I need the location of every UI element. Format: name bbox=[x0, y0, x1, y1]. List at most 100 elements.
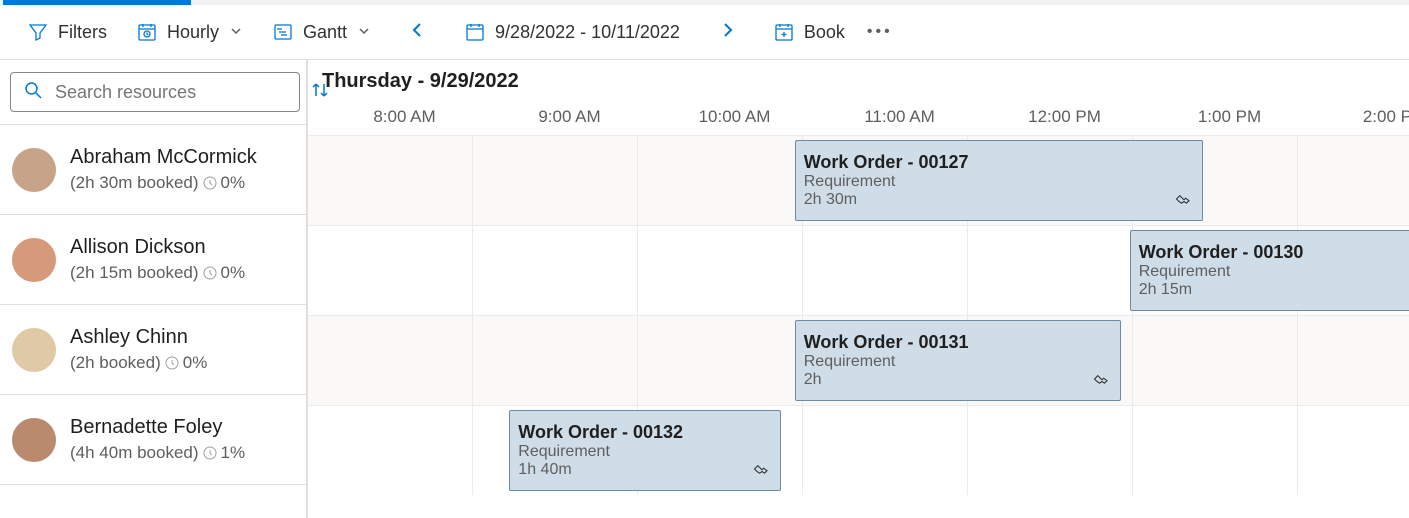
resource-text: Ashley Chinn (2h booked) 0% bbox=[70, 326, 207, 373]
time-slot-label: 8:00 AM bbox=[322, 107, 487, 127]
resource-subline: (4h 40m booked) 1% bbox=[70, 443, 245, 463]
resource-name: Ashley Chinn bbox=[70, 326, 207, 349]
resource-subline: (2h 30m booked) 0% bbox=[70, 173, 257, 193]
booking-title: Work Order - 00131 bbox=[804, 332, 1112, 353]
book-label: Book bbox=[804, 22, 845, 43]
layout-mode-dropdown[interactable]: Gantt bbox=[273, 22, 371, 43]
date-prev-button[interactable] bbox=[401, 17, 435, 48]
hour-cell bbox=[803, 226, 968, 315]
resource-panel: Abraham McCormick (2h 30m booked) 0% All… bbox=[0, 60, 308, 518]
resource-text: Abraham McCormick (2h 30m booked) 0% bbox=[70, 146, 257, 193]
booking-subtitle: Requirement bbox=[804, 173, 1195, 191]
hour-cell bbox=[308, 406, 473, 495]
avatar bbox=[12, 328, 56, 372]
resource-row[interactable]: Ashley Chinn (2h booked) 0% bbox=[0, 305, 306, 395]
hour-cell bbox=[1298, 406, 1409, 495]
search-icon bbox=[23, 80, 43, 105]
hour-cell bbox=[1298, 136, 1409, 225]
chevron-down-icon bbox=[357, 22, 371, 43]
booking-title: Work Order - 00132 bbox=[518, 422, 772, 443]
hour-cell bbox=[1133, 316, 1298, 405]
hour-cell bbox=[308, 226, 473, 315]
time-slot-label: 2:00 PM bbox=[1312, 107, 1409, 127]
calendar-icon bbox=[465, 22, 485, 42]
search-box[interactable] bbox=[10, 72, 300, 112]
booking-subtitle: Requirement bbox=[518, 443, 772, 461]
avatar bbox=[12, 148, 56, 192]
booking-block[interactable]: Work Order - 00127 Requirement 2h 30m bbox=[795, 140, 1204, 221]
avatar bbox=[12, 238, 56, 282]
resource-row[interactable]: Allison Dickson (2h 15m booked) 0% bbox=[0, 215, 306, 305]
book-button[interactable]: Book bbox=[774, 22, 845, 43]
time-slot-label: 11:00 AM bbox=[817, 107, 982, 127]
handshake-icon bbox=[1174, 189, 1194, 214]
resource-booked-text: (2h booked) bbox=[70, 353, 161, 373]
clock-icon bbox=[203, 266, 217, 280]
calendar-plus-icon bbox=[774, 22, 794, 42]
grid-row[interactable]: Work Order - 00131 Requirement 2h bbox=[308, 315, 1409, 405]
booking-duration: 1h 40m bbox=[518, 461, 772, 479]
view-mode-label: Hourly bbox=[167, 22, 219, 43]
handshake-icon bbox=[752, 459, 772, 484]
calendar-hourly-icon bbox=[137, 22, 157, 42]
resource-booked-text: (2h 15m booked) bbox=[70, 263, 199, 283]
gantt-icon bbox=[273, 22, 293, 42]
search-input[interactable] bbox=[55, 82, 287, 103]
time-slot-label: 1:00 PM bbox=[1147, 107, 1312, 127]
resource-row[interactable]: Abraham McCormick (2h 30m booked) 0% bbox=[0, 125, 306, 215]
layout-mode-label: Gantt bbox=[303, 22, 347, 43]
resource-name: Allison Dickson bbox=[70, 236, 245, 259]
resource-list: Abraham McCormick (2h 30m booked) 0% All… bbox=[0, 125, 306, 485]
booking-subtitle: Requirement bbox=[804, 353, 1112, 371]
date-range-picker[interactable]: 9/28/2022 - 10/11/2022 bbox=[465, 22, 680, 43]
view-mode-dropdown[interactable]: Hourly bbox=[137, 22, 243, 43]
filter-icon bbox=[28, 22, 48, 42]
grid-row[interactable]: Work Order - 00127 Requirement 2h 30m bbox=[308, 135, 1409, 225]
chevron-down-icon bbox=[229, 22, 243, 43]
booking-duration: 2h bbox=[804, 371, 1112, 389]
booking-block[interactable]: Work Order - 00130 Requirement 2h 15m bbox=[1130, 230, 1409, 311]
avatar bbox=[12, 418, 56, 462]
resource-subline: (2h 15m booked) 0% bbox=[70, 263, 245, 283]
booking-subtitle: Requirement bbox=[1139, 263, 1409, 281]
hour-cell bbox=[638, 226, 803, 315]
clock-icon bbox=[203, 176, 217, 190]
schedule-panel: Thursday - 9/29/2022 8:00 AM9:00 AM10:00… bbox=[308, 60, 1409, 518]
hour-cell bbox=[1133, 406, 1298, 495]
clock-icon bbox=[165, 356, 179, 370]
more-actions-button[interactable]: ••• bbox=[867, 23, 893, 41]
time-slot-label: 9:00 AM bbox=[487, 107, 652, 127]
filters-button[interactable]: Filters bbox=[28, 22, 107, 43]
booking-block[interactable]: Work Order - 00132 Requirement 1h 40m bbox=[509, 410, 781, 491]
content-split: Abraham McCormick (2h 30m booked) 0% All… bbox=[0, 60, 1409, 518]
hour-cell bbox=[638, 316, 803, 405]
hour-cell bbox=[308, 136, 473, 225]
booking-duration: 2h 30m bbox=[804, 191, 1195, 209]
booking-title: Work Order - 00127 bbox=[804, 152, 1195, 173]
hour-cell bbox=[308, 316, 473, 405]
resource-row[interactable]: Bernadette Foley (4h 40m booked) 1% bbox=[0, 395, 306, 485]
clock-icon bbox=[203, 446, 217, 460]
toolbar: Filters Hourly Gantt 9/28/2022 - 10/11/2… bbox=[0, 5, 1409, 60]
grid-row[interactable]: Work Order - 00132 Requirement 1h 40m bbox=[308, 405, 1409, 495]
grid-row[interactable]: Work Order - 00130 Requirement 2h 15m bbox=[308, 225, 1409, 315]
grid-area: Work Order - 00127 Requirement 2h 30m Wo… bbox=[308, 135, 1409, 495]
booking-duration: 2h 15m bbox=[1139, 281, 1409, 299]
hour-cell bbox=[638, 136, 803, 225]
resource-text: Allison Dickson (2h 15m booked) 0% bbox=[70, 236, 245, 283]
resource-utilization: 0% bbox=[183, 353, 208, 373]
time-scale: 8:00 AM9:00 AM10:00 AM11:00 AM12:00 PM1:… bbox=[322, 99, 1409, 135]
resource-name: Bernadette Foley bbox=[70, 416, 245, 439]
filters-label: Filters bbox=[58, 22, 107, 43]
handshake-icon bbox=[1092, 369, 1112, 394]
resource-utilization: 1% bbox=[221, 443, 246, 463]
hour-cell bbox=[968, 226, 1133, 315]
date-next-button[interactable] bbox=[710, 17, 744, 48]
resource-name: Abraham McCormick bbox=[70, 146, 257, 169]
booking-block[interactable]: Work Order - 00131 Requirement 2h bbox=[795, 320, 1121, 401]
time-slot-label: 10:00 AM bbox=[652, 107, 817, 127]
hour-cell bbox=[968, 406, 1133, 495]
booking-title: Work Order - 00130 bbox=[1139, 242, 1409, 263]
resource-booked-text: (2h 30m booked) bbox=[70, 173, 199, 193]
hour-cell bbox=[473, 136, 638, 225]
